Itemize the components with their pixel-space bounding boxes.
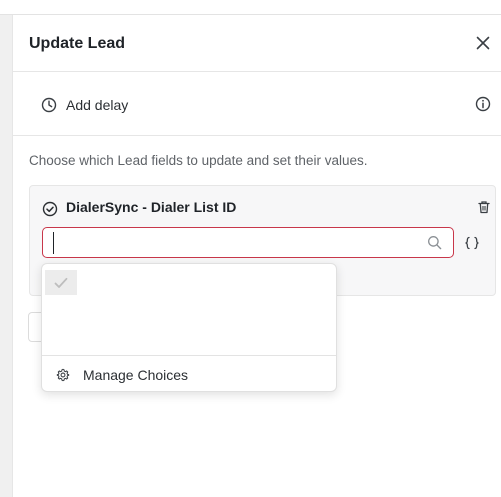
trash-icon[interactable] xyxy=(476,199,492,215)
search-icon xyxy=(428,236,442,250)
panel-title: Update Lead xyxy=(29,35,126,52)
option-check xyxy=(45,270,77,295)
update-lead-panel: Update Lead Add delay Choose which Lead … xyxy=(12,15,501,497)
dropdown-option[interactable] xyxy=(45,270,325,295)
panel-header: Update Lead xyxy=(13,15,501,72)
check-icon xyxy=(54,277,68,288)
check-circle-icon xyxy=(42,201,58,217)
manage-choices-label: Manage Choices xyxy=(83,367,189,383)
gear-icon xyxy=(56,368,70,382)
add-delay-label: Add delay xyxy=(66,97,129,113)
info-icon[interactable] xyxy=(475,96,491,112)
close-icon xyxy=(476,36,490,50)
top-strip xyxy=(0,0,501,15)
braces-icon[interactable] xyxy=(464,236,480,250)
clock-icon xyxy=(41,97,57,113)
close-button[interactable] xyxy=(474,34,492,52)
field-name: DialerSync - Dialer List ID xyxy=(66,199,237,215)
search-input[interactable] xyxy=(53,231,423,254)
choices-dropdown: Manage Choices xyxy=(41,263,337,392)
field-header: DialerSync - Dialer List ID xyxy=(42,197,236,217)
field-value-search[interactable] xyxy=(42,227,454,258)
add-delay-button[interactable]: Add delay xyxy=(41,95,128,115)
delay-row: Add delay xyxy=(13,72,501,136)
dropdown-divider xyxy=(42,355,336,356)
helper-text: Choose which Lead fields to update and s… xyxy=(29,153,368,168)
manage-choices-button[interactable]: Manage Choices xyxy=(56,365,188,385)
